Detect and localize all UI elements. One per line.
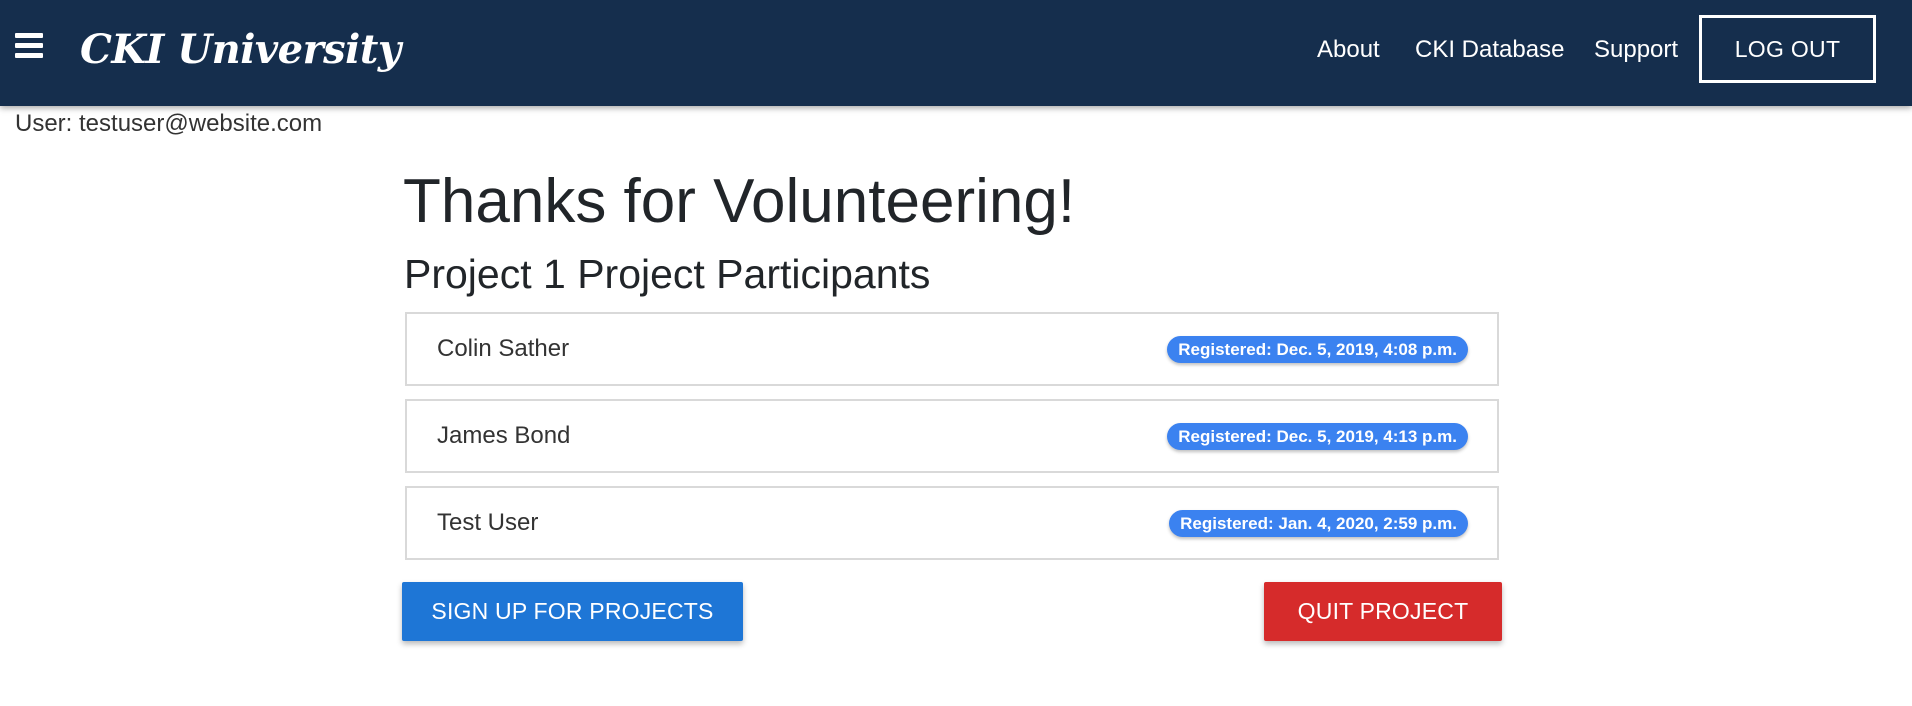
current-user-label: User: testuser@website.com bbox=[15, 110, 323, 137]
hamburger-menu-icon[interactable] bbox=[15, 33, 43, 59]
logout-button[interactable]: LOG OUT bbox=[1699, 15, 1876, 83]
top-navbar: CKI University About CKI Database Suppor… bbox=[0, 0, 1912, 106]
sign-up-for-projects-button[interactable]: SIGN UP FOR PROJECTS bbox=[402, 582, 743, 641]
nav-link-support[interactable]: Support bbox=[1594, 30, 1678, 70]
registered-badge: Registered: Dec. 5, 2019, 4:13 p.m. bbox=[1167, 423, 1468, 450]
brand-logo[interactable]: CKI University bbox=[80, 20, 401, 80]
registered-badge: Registered: Dec. 5, 2019, 4:08 p.m. bbox=[1167, 336, 1468, 363]
page-title: Thanks for Volunteering! bbox=[403, 167, 1076, 236]
participant-row: James Bond Registered: Dec. 5, 2019, 4:1… bbox=[405, 399, 1499, 473]
nav-link-about[interactable]: About bbox=[1317, 30, 1380, 70]
participant-row: Colin Sather Registered: Dec. 5, 2019, 4… bbox=[405, 312, 1499, 386]
participant-name: Colin Sather bbox=[437, 335, 570, 362]
participant-list: Colin Sather Registered: Dec. 5, 2019, 4… bbox=[405, 312, 1499, 573]
participant-name: James Bond bbox=[437, 422, 571, 449]
nav-link-cki-database[interactable]: CKI Database bbox=[1415, 30, 1564, 70]
quit-project-button[interactable]: QUIT PROJECT bbox=[1264, 582, 1502, 641]
participants-heading: Project 1 Project Participants bbox=[404, 251, 931, 297]
participant-name: Test User bbox=[437, 509, 539, 536]
registered-badge: Registered: Jan. 4, 2020, 2:59 p.m. bbox=[1169, 510, 1468, 537]
participant-row: Test User Registered: Jan. 4, 2020, 2:59… bbox=[405, 486, 1499, 560]
